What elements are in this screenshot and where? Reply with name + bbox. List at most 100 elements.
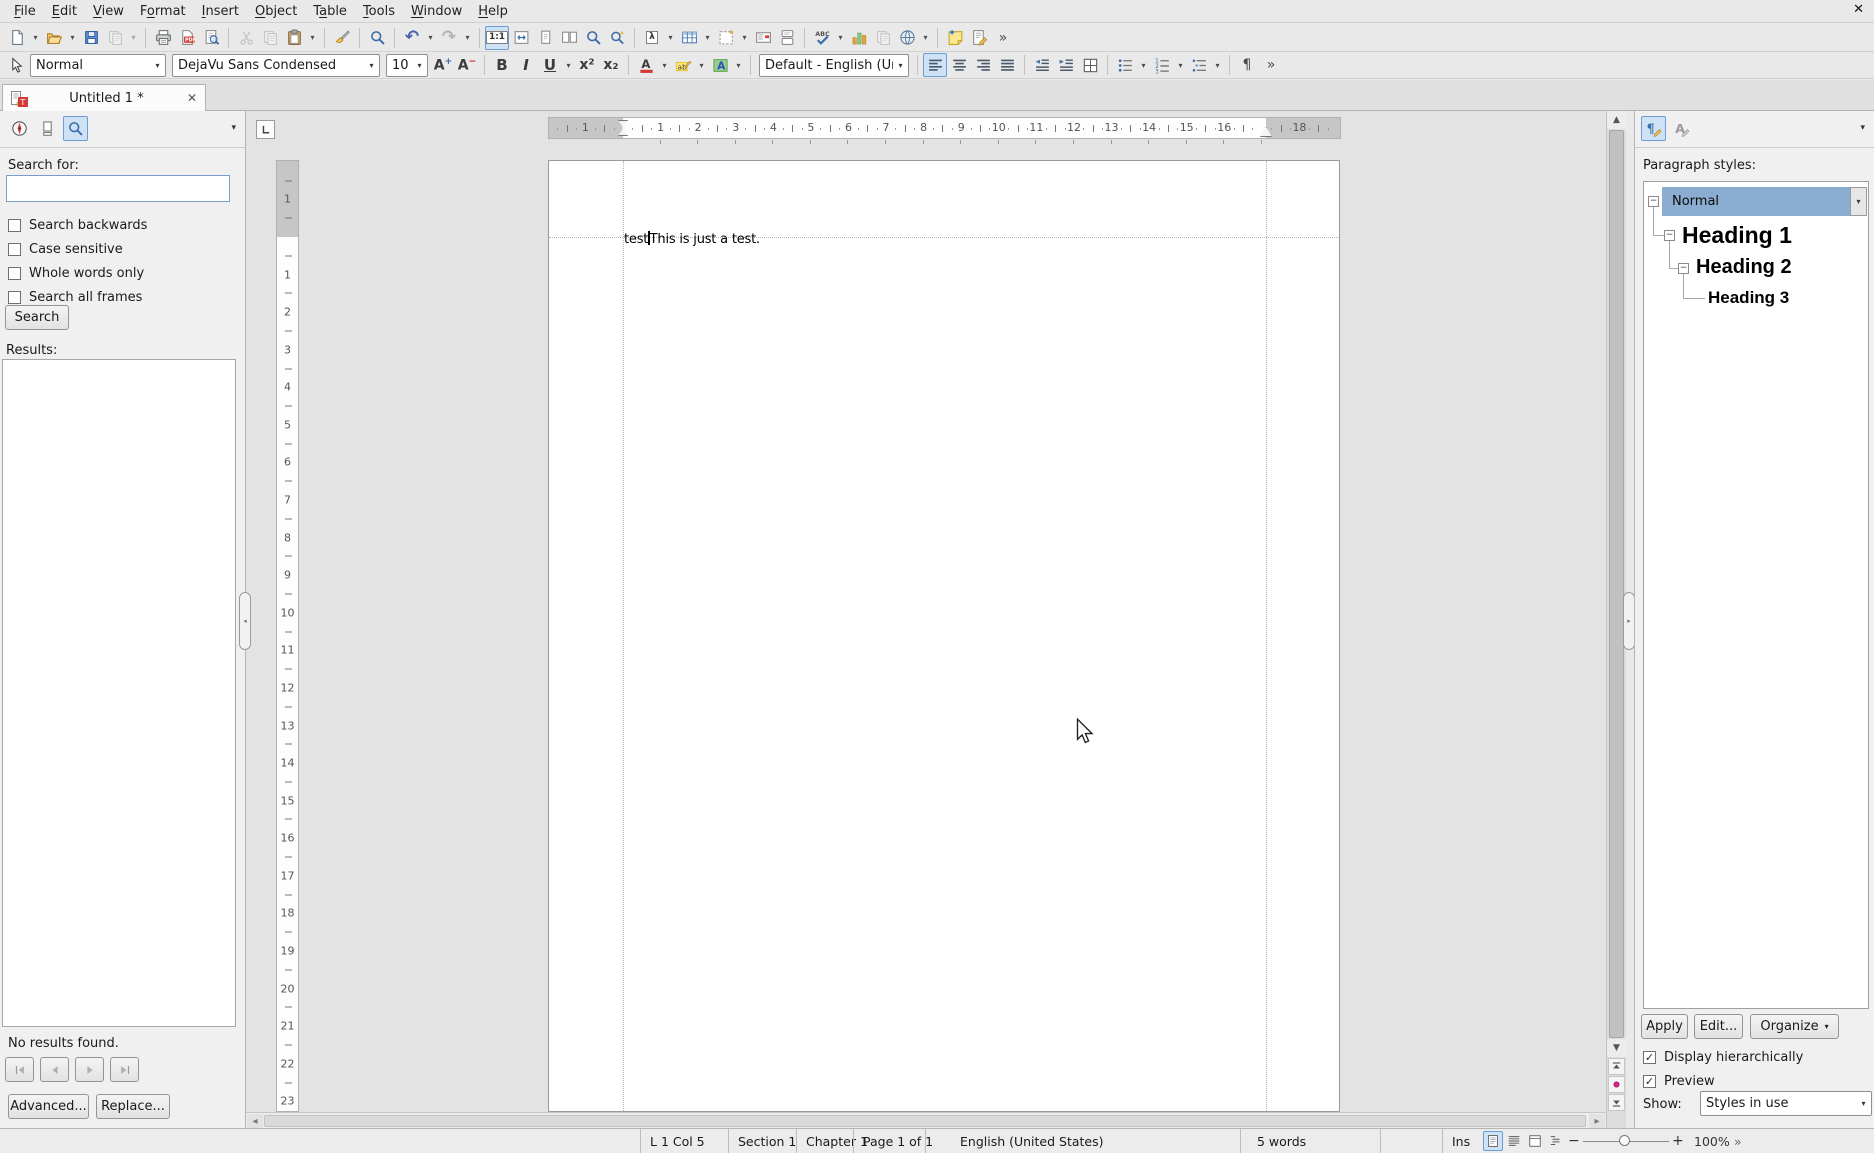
scroll-up-icon[interactable]: ▲ [1607,111,1626,129]
dynamic-zoom-button[interactable] [605,26,629,50]
menu-table[interactable]: Table [305,2,355,21]
align-right-button[interactable] [971,53,995,77]
document-tab[interactable]: T Untitled 1 * ✕ [2,84,206,111]
superscript-button[interactable]: x² [575,53,599,77]
chapter-indicator[interactable]: Chapter 1 [796,1129,853,1153]
paragraph-style-select[interactable]: Normal▾ [30,54,166,77]
menu-edit[interactable]: Edit [44,2,85,21]
zoom-page-width-button[interactable] [509,26,533,50]
tab-stop-type-button[interactable] [256,120,275,139]
zoom-two-pages-button[interactable] [557,26,581,50]
window-close-button[interactable]: ✕ [1853,2,1864,17]
previous-result-button[interactable] [40,1057,69,1082]
collapse-icon[interactable]: − [1664,230,1675,241]
statusbar-overflow[interactable]: » [1734,1129,1742,1153]
navigation-selector-button[interactable] [1608,1076,1625,1093]
apply-button[interactable]: Apply [1641,1014,1688,1039]
find-button[interactable] [365,26,389,50]
open-button[interactable] [42,26,66,50]
style-item-heading3[interactable]: Heading 3 [1708,288,1789,308]
italic-button[interactable]: I [514,53,538,77]
insert-table-dropdown[interactable]: ▾ [701,26,714,50]
horizontal-scrollbar-thumb[interactable] [264,1115,1586,1127]
insert-formula-button[interactable]: λ [640,26,664,50]
zoom-button[interactable] [581,26,605,50]
web-view-button[interactable] [1525,1131,1545,1151]
cursor-position[interactable]: L 1 Col 5 [640,1129,728,1153]
subscript-button[interactable]: x₂ [599,53,623,77]
show-select[interactable]: Styles in use ▾ [1700,1091,1872,1116]
print-preview-button[interactable] [199,26,223,50]
hyperlink-dropdown[interactable]: ▾ [919,26,932,50]
bold-button[interactable]: B [490,53,514,77]
cut-button[interactable] [234,26,258,50]
insert-frame-button[interactable] [714,26,738,50]
align-center-button[interactable] [947,53,971,77]
checkbox[interactable] [8,219,21,232]
underline-button[interactable]: U [538,53,562,77]
align-justify-button[interactable] [995,53,1019,77]
collapse-icon[interactable]: − [1648,196,1659,207]
style-item-dropdown[interactable]: ▾ [1850,187,1867,216]
align-left-button[interactable] [923,53,947,77]
edit-mode-button[interactable] [967,26,991,50]
next-page-button[interactable] [1608,1094,1625,1111]
save-as-button[interactable] [103,26,127,50]
next-result-button[interactable] [75,1057,104,1082]
character-styles-tab[interactable] [1669,116,1694,141]
menu-window[interactable]: Window [403,2,470,21]
numbered-list-dropdown[interactable]: ▾ [1174,53,1187,77]
insert-mode[interactable]: Ins [1442,1129,1478,1153]
zoom-whole-page-button[interactable] [533,26,557,50]
mail-merge-button[interactable] [751,26,775,50]
scroll-left-icon[interactable]: ◂ [247,1114,263,1128]
underline-dropdown[interactable]: ▾ [562,53,575,77]
checkbox[interactable] [8,267,21,280]
background-color-dropdown[interactable]: ▾ [732,53,745,77]
open-dropdown[interactable]: ▾ [66,26,79,50]
left-panel-splitter-handle[interactable]: ◂ [239,592,251,650]
search-tab[interactable] [63,116,88,141]
checkbox[interactable]: ✓ [1643,1051,1656,1064]
bullet-list-dropdown[interactable]: ▾ [1137,53,1150,77]
background-color-button[interactable] [708,53,732,77]
collapse-icon[interactable]: − [1678,263,1689,274]
advanced-button[interactable]: Advanced... [8,1094,89,1119]
normal-view-button[interactable] [1504,1131,1524,1151]
decrease-indent-button[interactable] [1030,53,1054,77]
undo-dropdown[interactable]: ▾ [424,26,437,50]
section-indicator[interactable]: Section 1 [728,1129,796,1153]
page-setup-button[interactable] [775,26,799,50]
highlight-color-button[interactable] [671,53,695,77]
print-layout-view-button[interactable] [1483,1131,1503,1151]
font-color-dropdown[interactable]: ▾ [658,53,671,77]
outline-view-button[interactable] [1546,1131,1566,1151]
spell-check-dropdown[interactable]: ▾ [834,26,847,50]
numbered-list-button[interactable] [1150,53,1174,77]
language-select[interactable]: Default - English (United▾ [759,54,909,77]
outline-list-dropdown[interactable]: ▾ [1211,53,1224,77]
redo-button[interactable]: ↷ [437,26,461,50]
horizontal-scrollbar[interactable]: ◂ ▸ [246,1112,1606,1128]
highlight-color-dropdown[interactable]: ▾ [695,53,708,77]
tab-close-icon[interactable]: ✕ [185,91,199,105]
horizontal-ruler[interactable]: 11234567891011121314151618 [548,117,1341,139]
menu-object[interactable]: Object [247,2,305,21]
new-document-button[interactable] [5,26,29,50]
zoom-in-button[interactable]: + [1672,1129,1684,1153]
vertical-scrollbar-thumb[interactable] [1609,130,1624,1038]
document-page[interactable]: testThis is just a test. [548,160,1340,1112]
word-count[interactable]: 5 words [1240,1129,1380,1153]
search-button[interactable]: Search [5,305,69,330]
increase-indent-button[interactable] [1054,53,1078,77]
paste-dropdown[interactable]: ▾ [306,26,319,50]
panel-menu-dropdown-icon[interactable]: ▾ [1860,123,1865,133]
scroll-right-icon[interactable]: ▸ [1589,1114,1605,1128]
toolbar-overflow-button[interactable]: » [991,26,1015,50]
checkbox[interactable]: ✓ [1643,1075,1656,1088]
menu-view[interactable]: View [85,2,132,21]
grow-font-button[interactable]: A+ [431,53,455,77]
outline-list-button[interactable] [1187,53,1211,77]
font-name-select[interactable]: DejaVu Sans Condensed▾ [172,54,380,77]
document-text[interactable]: testThis is just a test. [624,231,760,247]
